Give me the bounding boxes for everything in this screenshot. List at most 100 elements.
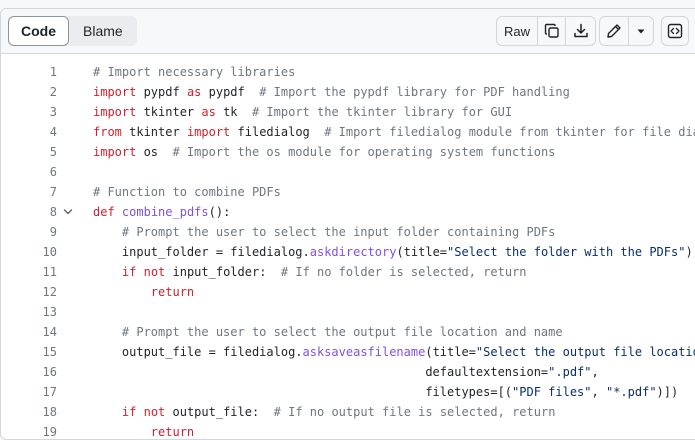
line-content: # Prompt the user to select the input fo… (93, 222, 555, 242)
code-square-icon (667, 23, 683, 39)
code-token: filetypes=[( (93, 385, 513, 399)
line-number[interactable]: 9 (1, 222, 57, 242)
line-number[interactable]: 13 (1, 302, 57, 322)
code-token: import (93, 105, 137, 119)
line-number[interactable]: 16 (1, 362, 57, 382)
line-number[interactable]: 4 (1, 122, 57, 142)
code-token: return (150, 285, 195, 299)
line-number[interactable]: 18 (1, 402, 57, 422)
line-number[interactable]: 10 (1, 242, 57, 262)
code-token: as (186, 85, 202, 99)
code-line: 15 output_file = filedialog.asksaveasfil… (1, 342, 695, 362)
line-content: output_file = filedialog.asksaveasfilena… (93, 342, 695, 362)
line-number[interactable]: 7 (1, 182, 57, 202)
line-content: filetypes=[("PDF files", "*.pdf")]) (93, 382, 678, 402)
line-number[interactable]: 3 (1, 102, 57, 122)
code-line: 5 import os # Import the os module for op… (1, 142, 695, 162)
line-number[interactable]: 14 (1, 322, 57, 342)
code-token: tkinter (136, 105, 202, 119)
line-content: input_folder = filedialog.askdirectory(t… (93, 242, 693, 262)
symbols-panel-button[interactable] (662, 17, 688, 45)
code-token: ".pdf" (548, 365, 592, 379)
code-token: combine_pdfs (121, 205, 209, 219)
line-number[interactable]: 12 (1, 282, 57, 302)
line-number[interactable]: 17 (1, 382, 57, 402)
line-number[interactable]: 6 (1, 162, 57, 182)
code-token: # Import the tkinter library for GUI (251, 105, 513, 119)
line-content: if not input_folder: # If no folder is s… (93, 262, 527, 282)
code-line: 7 # Function to combine PDFs (1, 182, 695, 202)
code-token: asksaveasfilename (302, 345, 426, 359)
code-token: input_folder: (165, 265, 281, 279)
code-token: not (143, 265, 166, 279)
line-number[interactable]: 2 (1, 82, 57, 102)
code-token: output_file = filedialog. (93, 345, 303, 359)
code-token: (title= (396, 245, 448, 259)
line-number[interactable]: 19 (1, 422, 57, 439)
code-token: as (201, 105, 216, 119)
code-line: 14 # Prompt the user to select the outpu… (1, 322, 695, 342)
code-token: # Prompt the user to select the output f… (93, 325, 563, 339)
code-line: 18 if not output_file: # If no output fi… (1, 402, 695, 422)
code-token: (title= (425, 345, 476, 359)
code-token: # If no output file is selected, return (273, 405, 556, 419)
download-button[interactable] (565, 17, 595, 45)
line-content: from tkinter import filedialog # Import … (93, 122, 695, 142)
code-token: # Import necessary libraries (93, 65, 296, 79)
code-line: 9 # Prompt the user to select the input … (1, 222, 695, 242)
code-token: def (93, 205, 115, 219)
code-token: pypdf (201, 85, 260, 99)
line-content: import os # Import the os module for ope… (93, 142, 555, 162)
blame-tab[interactable]: Blame (69, 16, 137, 46)
edit-file-button[interactable] (600, 17, 628, 45)
code-tab[interactable]: Code (8, 16, 69, 46)
edit-group (599, 16, 654, 46)
line-content: # Prompt the user to select the output f… (93, 322, 563, 342)
copy-raw-button[interactable] (537, 17, 565, 45)
view-mode-toggle: Code Blame (8, 16, 137, 46)
code-token: if (121, 265, 137, 279)
code-token: defaultextension= (93, 365, 549, 379)
code-line: 1 # Import necessary libraries (1, 62, 695, 82)
code-token: # Import filedialog module from tkinter … (324, 125, 695, 139)
line-number[interactable]: 1 (1, 62, 57, 82)
file-viewer: Code Blame Raw 1 # Import necessary libr… (0, 8, 695, 440)
line-content: def combine_pdfs(): (93, 202, 230, 222)
code-token: tkinter (121, 125, 187, 139)
code-line: 2 import pypdf as pypdf # Import the pypd… (1, 82, 695, 102)
line-content: import tkinter as tk # Import the tkinte… (93, 102, 512, 122)
line-content: return (93, 422, 195, 439)
code-token: ) (685, 245, 693, 259)
more-edit-options-button[interactable] (628, 17, 653, 45)
symbols-panel-group (661, 16, 689, 46)
code-token: return (150, 425, 195, 439)
triangle-down-icon (637, 29, 645, 34)
line-content: # Import necessary libraries (93, 62, 295, 82)
code-line: 19 return (1, 422, 695, 439)
code-token: # Prompt the user to select the input fo… (93, 225, 556, 239)
code-token: from (93, 125, 122, 139)
code-line: 10 input_folder = filedialog.askdirector… (1, 242, 695, 262)
code-line: 3 import tkinter as tk # Import the tkint… (1, 102, 695, 122)
code-token: "Select the folder with the PDFs" (447, 245, 686, 259)
code-token: # Function to combine PDFs (93, 185, 281, 199)
code-line: 11 if not input_folder: # If no folder i… (1, 262, 695, 282)
code-token: if (121, 405, 137, 419)
line-number[interactable]: 11 (1, 262, 57, 282)
line-number[interactable]: 8 (1, 202, 57, 222)
code-token: , (591, 385, 606, 399)
line-number[interactable]: 15 (1, 342, 57, 362)
line-content: return (93, 282, 194, 302)
raw-button[interactable]: Raw (497, 17, 537, 45)
chevron-down-icon[interactable] (63, 207, 73, 217)
code-token: import (186, 125, 231, 139)
line-number[interactable]: 5 (1, 142, 57, 162)
pencil-icon (607, 24, 621, 38)
code-token: tk (215, 105, 252, 119)
raw-copy-download-group: Raw (496, 16, 596, 46)
code-token: # Import the os module for operating sys… (172, 145, 556, 159)
